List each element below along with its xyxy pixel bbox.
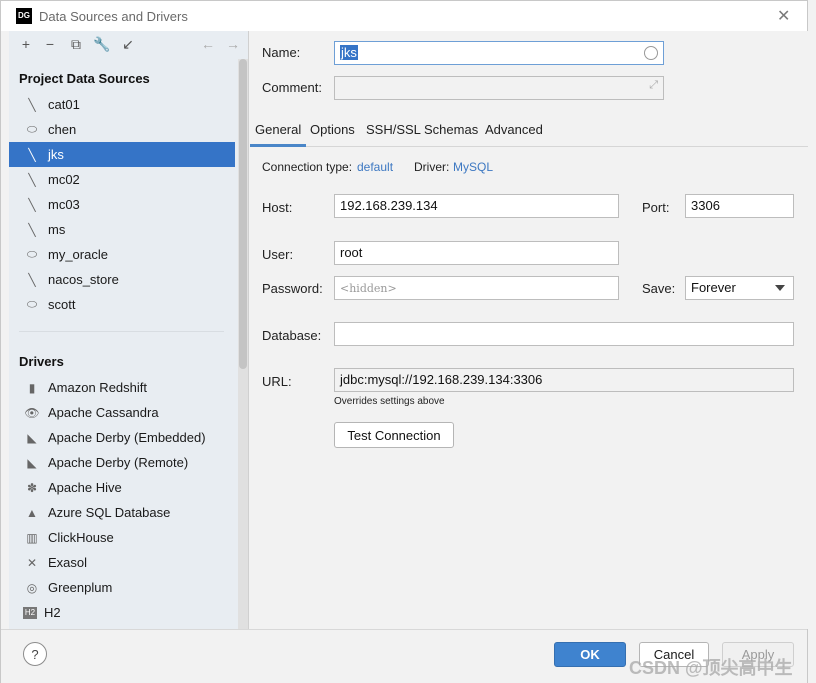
password-label: Password: — [262, 281, 323, 296]
database-label: Database: — [262, 328, 322, 343]
user-label: User: — [262, 247, 294, 262]
list-item[interactable]: ╲ ms — [9, 217, 235, 242]
oracle-icon: ⬭ — [26, 247, 38, 261]
host-label: Host: — [262, 200, 293, 215]
driver-label: Driver: — [414, 160, 450, 174]
clickhouse-icon: ▥ — [26, 530, 38, 545]
tab-advanced[interactable]: Advanced — [485, 122, 543, 137]
datagrip-logo-icon: DG — [16, 8, 32, 24]
chevron-down-icon — [775, 285, 785, 291]
driver-link[interactable]: MySQL — [453, 160, 493, 174]
tab-schemas[interactable]: Schemas — [424, 122, 478, 137]
dialog-window: DG Data Sources and Drivers ✕ + − ⧉ 🔧 ↙ … — [0, 0, 808, 683]
ok-button[interactable]: OK — [554, 642, 626, 667]
expand-icon[interactable]: ⤢ — [649, 79, 658, 92]
right-panel: Name: jks Comment: ⤢ General Options SSH… — [249, 31, 808, 629]
list-item[interactable]: ⬭ chen — [9, 117, 235, 142]
list-item[interactable]: ╲ cat01 — [9, 92, 235, 117]
remove-icon[interactable]: − — [41, 35, 59, 53]
dolphin-icon: ╲ — [28, 222, 36, 237]
title-bar: DG Data Sources and Drivers ✕ — [1, 1, 807, 31]
url-label: URL: — [262, 374, 292, 389]
tab-general[interactable]: General — [249, 122, 307, 147]
oracle-icon: ⬭ — [26, 122, 38, 136]
dolphin-icon: ╲ — [28, 272, 36, 287]
help-button[interactable]: ? — [23, 642, 47, 666]
driver-item[interactable]: ✽ Apache Hive — [9, 475, 235, 500]
close-icon[interactable]: ✕ — [777, 6, 790, 26]
url-hint: Overrides settings above — [334, 396, 445, 407]
left-panel: + − ⧉ 🔧 ↙ ← → Project Data Sources ╲ cat0… — [9, 31, 249, 629]
left-scrollbar[interactable] — [238, 59, 248, 629]
driver-item[interactable]: ◣ Apache Derby (Embedded) — [9, 425, 235, 450]
dolphin-icon: ╲ — [28, 147, 36, 162]
redshift-icon: ▮ — [28, 380, 36, 395]
driver-item[interactable]: ◎ Greenplum — [9, 575, 235, 600]
forward-arrow-icon[interactable]: → — [224, 35, 242, 53]
derby-hat-icon: ◣ — [27, 455, 37, 470]
hive-icon: ✽ — [26, 480, 38, 495]
driver-item[interactable]: ◣ Apache Derby (Remote) — [9, 450, 235, 475]
save-value: Forever — [691, 280, 736, 295]
driver-item[interactable]: ▥ ClickHouse — [9, 525, 235, 550]
save-select[interactable]: Forever — [685, 276, 794, 300]
driver-item[interactable]: H2 H2 — [9, 600, 235, 625]
host-input[interactable]: 192.168.239.134 — [334, 194, 619, 218]
dolphin-icon: ╲ — [28, 172, 36, 187]
oracle-icon: ⬭ — [26, 297, 38, 311]
connection-type-link[interactable]: default — [357, 160, 393, 174]
port-label: Port: — [642, 200, 670, 215]
name-label: Name: — [262, 45, 301, 60]
tab-bar: General Options SSH/SSL Schemas Advanced — [249, 117, 808, 147]
left-toolbar: + − ⧉ 🔧 ↙ ← → — [9, 31, 249, 59]
dialog-footer: ? OK Cancel Apply CSDN @顶尖高中生 — [1, 629, 807, 683]
driver-item[interactable]: 👁 Apache Cassandra — [9, 400, 235, 425]
circle-icon — [644, 46, 658, 60]
project-data-sources-header: Project Data Sources — [19, 71, 150, 86]
import-icon[interactable]: ↙ — [119, 35, 137, 53]
window-title: Data Sources and Drivers — [39, 9, 188, 24]
list-item[interactable]: ╲ nacos_store — [9, 267, 235, 292]
driver-item[interactable]: ✕ Exasol — [9, 550, 235, 575]
watermark: CSDN @顶尖高中生 — [629, 658, 793, 678]
tab-options[interactable]: Options — [310, 122, 355, 137]
driver-item[interactable]: ▲ Azure SQL Database — [9, 500, 235, 525]
test-connection-button[interactable]: Test Connection — [334, 422, 454, 448]
scrollbar-thumb[interactable] — [239, 59, 247, 369]
name-value: jks — [340, 45, 358, 60]
back-arrow-icon[interactable]: ← — [199, 35, 217, 53]
add-icon[interactable]: + — [17, 35, 35, 53]
section-divider — [19, 331, 224, 332]
azure-icon: ▲ — [26, 505, 38, 520]
cassandra-eye-icon: 👁 — [24, 405, 40, 420]
save-label: Save: — [642, 281, 676, 296]
driver-item[interactable]: ▮ Amazon Redshift — [9, 375, 235, 400]
password-placeholder: <hidden> — [340, 282, 397, 295]
exasol-icon: ✕ — [26, 555, 38, 570]
dolphin-icon: ╲ — [28, 197, 36, 212]
url-input[interactable]: jdbc:mysql://192.168.239.134:3306 — [334, 368, 794, 392]
list-item[interactable]: ⬭ scott — [9, 292, 235, 317]
comment-field[interactable]: ⤢ — [334, 76, 664, 100]
list-item[interactable]: ╲ mc03 — [9, 192, 235, 217]
list-item-selected[interactable]: ╲ jks — [9, 142, 235, 167]
duplicate-icon[interactable]: ⧉ — [67, 35, 85, 53]
comment-label: Comment: — [262, 80, 322, 95]
tab-ssh-ssl[interactable]: SSH/SSL — [366, 122, 421, 137]
list-item[interactable]: ⬭ my_oracle — [9, 242, 235, 267]
password-input[interactable]: <hidden> — [334, 276, 619, 300]
database-input[interactable] — [334, 322, 794, 346]
drivers-header: Drivers — [19, 354, 64, 369]
derby-hat-icon: ◣ — [27, 430, 37, 445]
greenplum-icon: ◎ — [26, 580, 38, 595]
wrench-icon[interactable]: 🔧 — [93, 35, 111, 53]
h2-icon: H2 — [23, 606, 37, 619]
port-input[interactable]: 3306 — [685, 194, 794, 218]
list-item[interactable]: ╲ mc02 — [9, 167, 235, 192]
connection-type-label: Connection type: — [262, 160, 353, 174]
name-field[interactable]: jks — [334, 41, 664, 65]
dolphin-icon: ╲ — [28, 97, 36, 112]
user-input[interactable]: root — [334, 241, 619, 265]
